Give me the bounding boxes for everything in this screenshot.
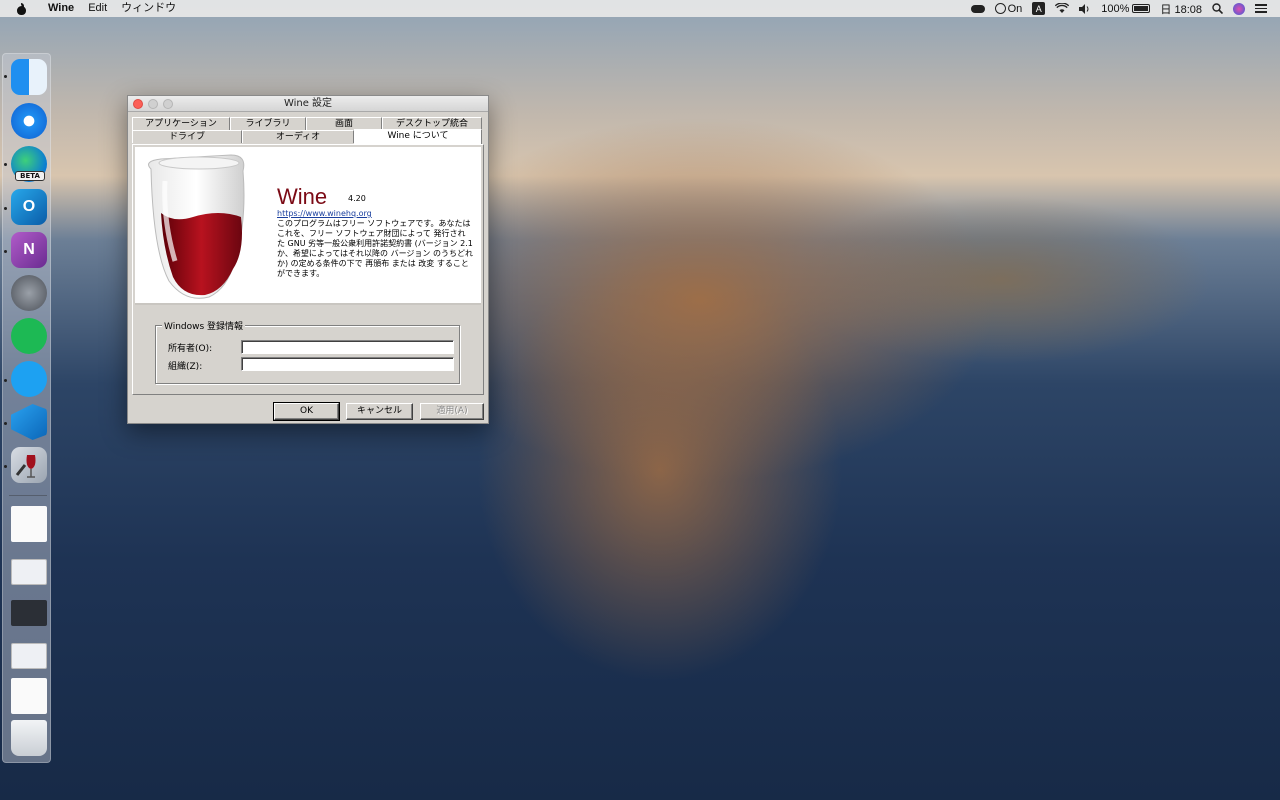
trash-icon[interactable]	[11, 720, 47, 756]
running-indicator	[4, 379, 7, 382]
twitter-window-thumbnail[interactable]	[11, 678, 47, 714]
vscode-window-thumbnail[interactable]	[11, 600, 47, 626]
volume-icon[interactable]	[1074, 0, 1096, 17]
launchpad-icon[interactable]	[11, 275, 47, 311]
battery-percent: 100%	[1101, 2, 1130, 15]
tab-about-wine[interactable]: Wine について	[354, 129, 482, 144]
running-indicator	[4, 422, 7, 425]
zoom-window-button[interactable]	[163, 99, 173, 109]
pdf-document-icon[interactable]	[11, 506, 47, 542]
input-source-label: A	[1032, 2, 1046, 15]
tab-audio[interactable]: オーディオ	[242, 130, 354, 143]
winehq-link[interactable]: https://www.winehq.org	[277, 209, 372, 218]
organization-field[interactable]	[241, 357, 454, 371]
menu-app-name[interactable]: Wine	[41, 0, 81, 17]
battery-icon	[1132, 4, 1151, 13]
spotlight-icon[interactable]	[1207, 0, 1228, 17]
wifi-icon[interactable]	[1050, 0, 1074, 17]
edge-beta-icon[interactable]: BETA	[11, 146, 47, 182]
twitter-icon[interactable]	[11, 361, 47, 397]
windows-registration-group: Windows 登録情報 所有者(O): 組織(Z):	[155, 319, 460, 384]
close-window-button[interactable]	[133, 99, 143, 109]
wine-config-icon[interactable]	[11, 447, 47, 483]
menu-window[interactable]: ウィンドウ	[114, 0, 183, 17]
tab-strip: アプリケーション ライブラリ 画面 デスクトップ統合 ドライブ オーディオ Wi…	[132, 117, 484, 145]
dock-separator	[9, 495, 47, 496]
about-banner: Wine 4.20 https://www.winehq.org このプログラム…	[135, 147, 481, 305]
outlook-icon[interactable]: O	[11, 189, 47, 225]
window-title: Wine 設定	[283, 98, 333, 109]
owner-field[interactable]	[241, 340, 454, 354]
finder-icon[interactable]	[11, 59, 47, 95]
running-indicator	[4, 75, 7, 78]
icloud-icon[interactable]	[966, 0, 990, 17]
siri-icon[interactable]	[1228, 0, 1250, 17]
apply-button[interactable]: 適用(A)	[420, 403, 484, 420]
clock[interactable]: 日 18:08	[1155, 0, 1207, 17]
onenote-window-thumbnail[interactable]	[11, 643, 47, 669]
running-indicator	[4, 163, 7, 166]
status-on-label: On	[1007, 2, 1023, 15]
owner-label: 所有者(O):	[168, 344, 213, 354]
input-source-icon[interactable]: A	[1027, 0, 1050, 17]
tab-drives[interactable]: ドライブ	[132, 130, 242, 143]
about-panel: Wine 4.20 https://www.winehq.org このプログラム…	[132, 144, 484, 395]
wine-version: 4.20	[348, 194, 366, 203]
running-indicator	[4, 465, 7, 468]
organization-label: 組織(Z):	[168, 362, 203, 372]
menu-bar: Wine Edit ウィンドウ On A 100% 日 18:08	[0, 0, 1280, 17]
running-indicator	[4, 250, 7, 253]
wine-product-name: Wine	[277, 184, 328, 209]
dock: BETA O N	[2, 53, 51, 763]
edge-window-thumbnail[interactable]	[11, 559, 47, 585]
safari-icon[interactable]	[11, 103, 47, 139]
running-indicator	[4, 207, 7, 210]
beta-badge: BETA	[15, 171, 45, 181]
menu-edit[interactable]: Edit	[81, 0, 114, 17]
cancel-button[interactable]: キャンセル	[346, 403, 413, 420]
amphetamine-status[interactable]: On	[990, 0, 1028, 17]
battery-status[interactable]: 100%	[1096, 0, 1155, 17]
ok-button[interactable]: OK	[273, 402, 340, 421]
wine-glass-logo	[148, 154, 245, 299]
tab-libraries[interactable]: ライブラリ	[230, 117, 306, 130]
registration-group-title: Windows 登録情報	[162, 319, 246, 332]
vscode-icon[interactable]	[11, 404, 47, 440]
tab-applications[interactable]: アプリケーション	[132, 117, 230, 130]
onenote-icon[interactable]: N	[11, 232, 47, 268]
notification-center-icon[interactable]	[1250, 0, 1272, 17]
window-titlebar[interactable]: Wine 設定	[128, 96, 488, 112]
minimize-window-button[interactable]	[148, 99, 158, 109]
power-icon	[994, 3, 1006, 14]
apple-menu-icon[interactable]	[16, 2, 27, 15]
wine-settings-window: Wine 設定 アプリケーション ライブラリ 画面 デスクトップ統合 ドライブ …	[127, 95, 489, 424]
spotify-icon[interactable]	[11, 318, 47, 354]
license-text: このプログラムはフリー ソフトウェアです。あなたはこれを、フリー ソフトウェア財…	[277, 219, 473, 278]
